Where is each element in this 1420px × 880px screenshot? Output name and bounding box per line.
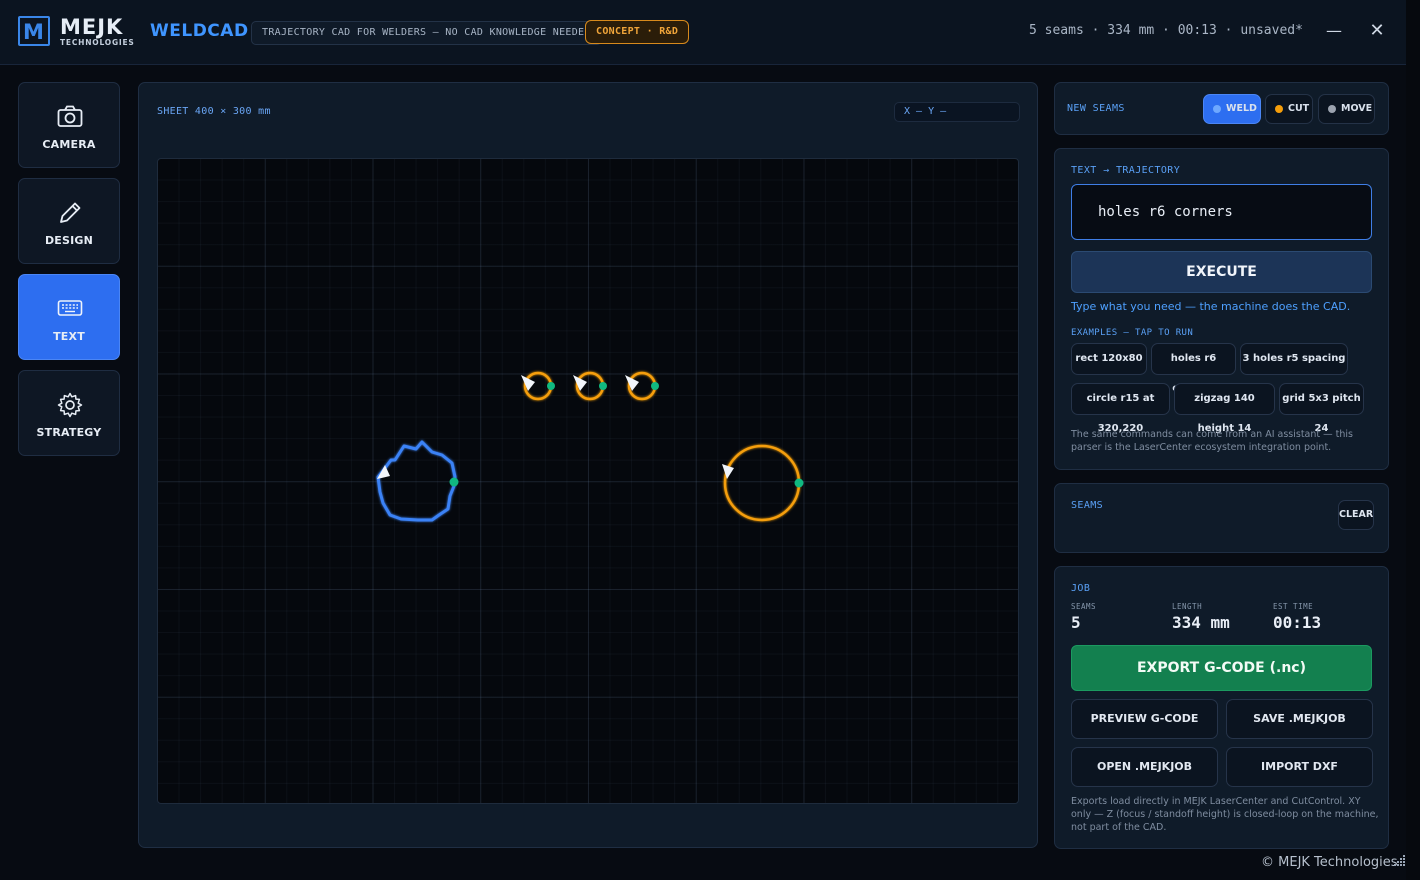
example-chip[interactable]: rect 120x80 r10: [1071, 343, 1147, 394]
text-panel-title: TEXT → TRAJECTORY: [1071, 165, 1181, 176]
resize-grip-icon[interactable]: [1394, 854, 1406, 866]
est-time-value: 00:13: [1273, 613, 1322, 632]
tool-strategy[interactable]: STRATEGY: [18, 370, 120, 456]
example-chip[interactable]: circle r15 at 320,220: [1071, 383, 1170, 434]
keyboard-icon: [57, 300, 83, 316]
seam-circle-large[interactable]: [722, 444, 804, 522]
tool-label: CAMERA: [42, 138, 96, 151]
seams-count-value: 5: [1071, 613, 1081, 632]
seam-layer: [376, 371, 804, 522]
seam-hole-1[interactable]: [521, 371, 555, 401]
gear-icon: [57, 392, 83, 418]
job-status: 5 seams · 334 mm · 00:13 · unsaved*: [1029, 23, 1303, 38]
copyright: © MEJK Technologies: [1261, 855, 1398, 870]
length-value: 334 mm: [1172, 613, 1230, 632]
tagline: TRAJECTORY CAD FOR WELDERS — NO CAD KNOW…: [251, 21, 602, 45]
seam-weld-polygon[interactable]: [376, 440, 459, 522]
weld-dot-icon: [1213, 105, 1221, 113]
save-job-button[interactable]: SAVE .MEJKJOB: [1226, 699, 1373, 739]
mode-weld[interactable]: WELD: [1203, 94, 1261, 124]
seams-title: SEAMS: [1071, 500, 1104, 511]
seam-hole-2[interactable]: [573, 371, 607, 401]
ai-integration-note: The same commands can come from an AI as…: [1071, 429, 1353, 453]
mode-cut[interactable]: CUT: [1265, 94, 1313, 124]
preview-gcode-button[interactable]: PREVIEW G-CODE: [1071, 699, 1218, 739]
export-note: Exports load directly in MEJK LaserCente…: [1071, 796, 1379, 833]
seams-count-label: SEAMS: [1071, 602, 1097, 611]
job-title: JOB: [1071, 583, 1091, 594]
start-point: [547, 382, 555, 390]
length-label: LENGTH: [1172, 602, 1203, 611]
tool-text[interactable]: TEXT: [18, 274, 120, 360]
text-hint: Type what you need — the machine does th…: [1071, 300, 1351, 313]
example-chip[interactable]: grid 5x3 pitch 24: [1279, 383, 1364, 434]
mejk-logo: M MEJK TECHNOLOGIES: [18, 16, 136, 48]
mode-move[interactable]: MOVE: [1318, 94, 1375, 124]
new-seams-title: NEW SEAMS: [1067, 103, 1125, 114]
move-dot-icon: [1328, 105, 1336, 113]
top-bar: M MEJK TECHNOLOGIES WELDCAD TRAJECTORY C…: [0, 0, 1406, 65]
tool-camera[interactable]: CAMERA: [18, 82, 120, 168]
clear-button[interactable]: CLEAR: [1338, 500, 1374, 530]
open-job-button[interactable]: OPEN .MEJKJOB: [1071, 747, 1218, 787]
logo-mark: M: [18, 16, 50, 46]
concept-badge: CONCEPT · R&D: [585, 20, 690, 44]
tool-label: TEXT: [53, 330, 85, 343]
seam-hole-3[interactable]: [625, 371, 659, 401]
export-gcode-button[interactable]: EXPORT G-CODE (.nc): [1071, 645, 1372, 691]
direction-arrow: [722, 464, 734, 479]
examples-title: EXAMPLES — TAP TO RUN: [1071, 328, 1194, 338]
example-chip[interactable]: 3 holes r5 spacing 18: [1240, 343, 1348, 394]
minimize-button[interactable]: —: [1326, 22, 1342, 40]
logo-subtitle: TECHNOLOGIES: [60, 38, 135, 47]
cut-dot-icon: [1275, 105, 1283, 113]
start-point: [599, 382, 607, 390]
est-time-label: EST TIME: [1273, 602, 1314, 611]
direction-arrow: [377, 465, 390, 479]
close-button[interactable]: ✕: [1368, 21, 1386, 41]
tool-label: DESIGN: [44, 234, 94, 247]
import-dxf-button[interactable]: IMPORT DXF: [1226, 747, 1373, 787]
app-name: WELDCAD: [150, 21, 249, 41]
start-point: [651, 382, 659, 390]
command-input[interactable]: holes r6 corners: [1071, 184, 1372, 240]
start-point: [794, 478, 804, 488]
sheet-size-label: SHEET 400 × 300 mm: [157, 106, 271, 117]
cursor-coordinates: X — Y —: [894, 102, 1020, 122]
logo-wordmark: MEJK: [60, 15, 124, 39]
example-chip[interactable]: zigzag 140 height 14: [1174, 383, 1275, 434]
execute-button[interactable]: EXECUTE: [1071, 251, 1372, 293]
drawing-canvas[interactable]: [157, 158, 1019, 804]
pencil-icon: [60, 202, 81, 223]
start-point: [449, 477, 459, 487]
example-chip[interactable]: holes r6 corners: [1151, 343, 1236, 394]
camera-icon: [57, 105, 83, 127]
window-edge: [1406, 0, 1420, 880]
tool-design[interactable]: DESIGN: [18, 178, 120, 264]
tool-label: STRATEGY: [36, 426, 102, 439]
